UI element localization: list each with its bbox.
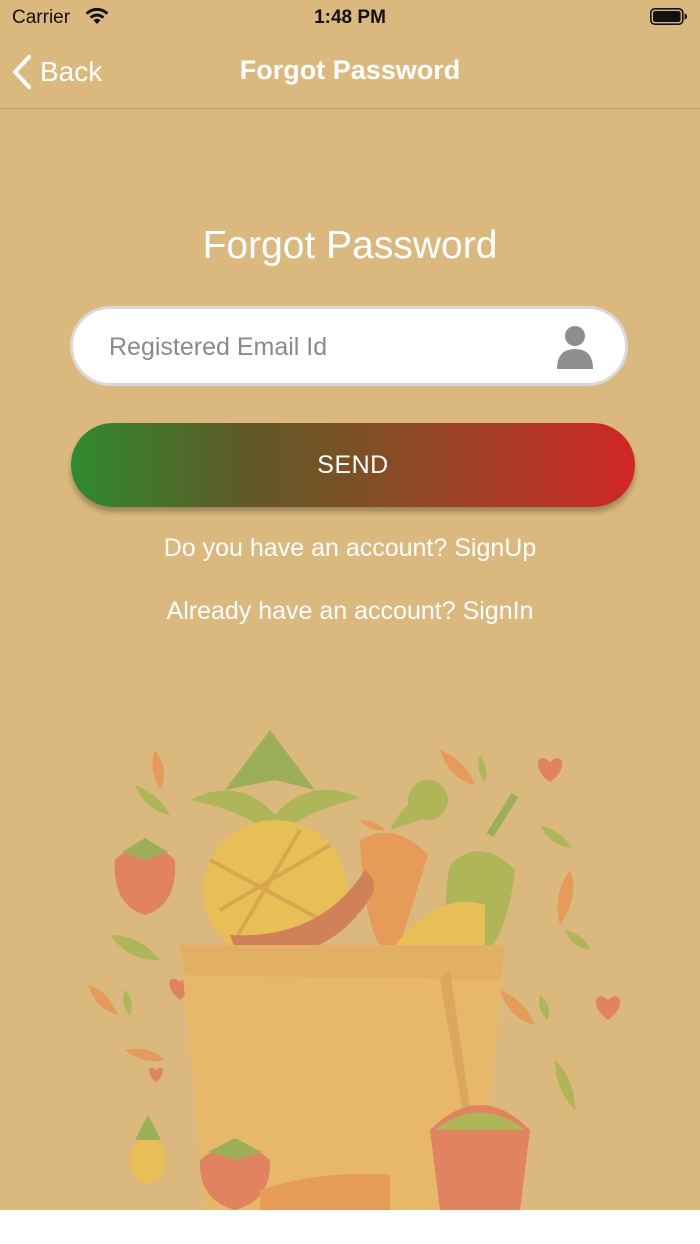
signin-link[interactable]: Already have an account? SignIn [0,597,700,626]
page-title: Forgot Password [202,224,498,267]
grocery-bag-illustration [88,730,621,1210]
status-time: 1:48 PM [314,7,386,28]
send-button-label: SEND [317,450,389,479]
email-input[interactable] [107,309,551,385]
navigation-bar: Back Forgot Password [0,36,700,109]
send-button[interactable]: SEND [71,423,635,507]
signup-link[interactable]: Do you have an account? SignUp [0,534,700,563]
forgot-password-screen: Carrier 1:48 PM Back Forgot Password For… [0,0,700,1210]
nav-title: Forgot Password [239,55,461,85]
status-bar: Carrier 1:48 PM [0,0,700,36]
email-field[interactable] [70,306,628,386]
user-icon [557,326,593,369]
battery-icon [650,8,687,25]
